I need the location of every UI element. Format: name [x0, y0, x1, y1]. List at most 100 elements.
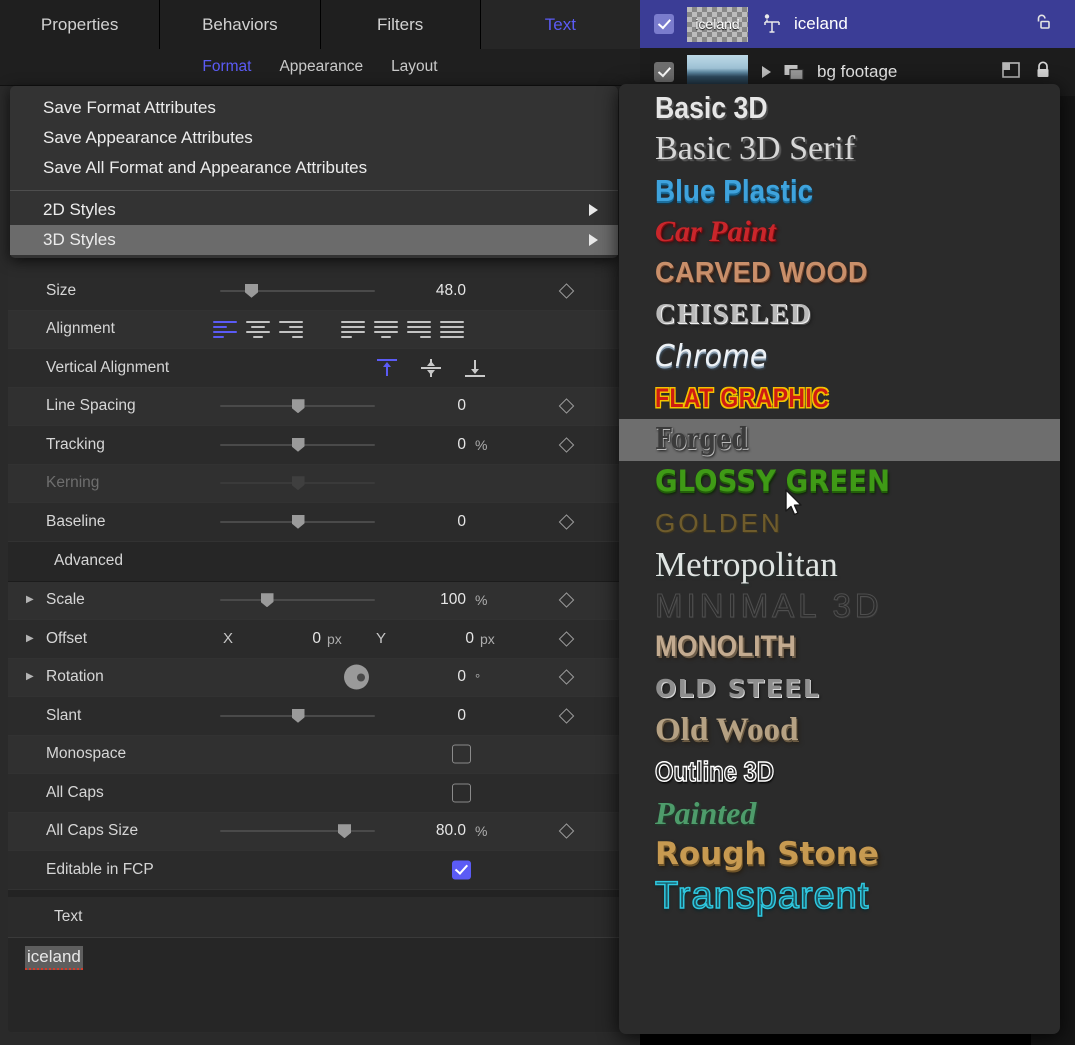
- param-row-baseline[interactable]: ▶ Baseline 0: [8, 503, 622, 542]
- style-item-basic-3d[interactable]: Basic 3D: [619, 87, 1060, 129]
- slant-slider[interactable]: [220, 709, 375, 723]
- subtab-layout[interactable]: Layout: [391, 58, 438, 76]
- all-caps-checkbox[interactable]: [452, 783, 471, 802]
- monospace-checkbox[interactable]: [452, 745, 471, 764]
- param-value[interactable]: 0: [406, 707, 466, 725]
- advanced-section-header[interactable]: Advanced: [8, 542, 622, 582]
- param-row-tracking[interactable]: ▶ Tracking 0 %: [8, 426, 622, 465]
- editable-in-fcp-checkbox[interactable]: [452, 860, 471, 879]
- style-item-chiseled[interactable]: CHISELED: [619, 295, 1060, 337]
- keyframe-diamond-icon[interactable]: [559, 823, 575, 839]
- style-item-old-steel[interactable]: OLD STEEL: [619, 668, 1060, 710]
- param-value[interactable]: 100: [396, 591, 466, 609]
- style-item-basic-3d-serif[interactable]: Basic 3D Serif: [619, 129, 1060, 171]
- param-row-rotation[interactable]: ▶ Rotation 0 °: [8, 659, 622, 698]
- valign-top-icon[interactable]: [376, 359, 398, 377]
- keyframe-diamond-icon[interactable]: [559, 514, 575, 530]
- param-row-monospace[interactable]: ▶ Monospace: [8, 736, 622, 775]
- slider-knob[interactable]: [338, 824, 351, 838]
- keyframe-diamond-icon[interactable]: [559, 669, 575, 685]
- param-value[interactable]: 0: [406, 436, 466, 454]
- subtab-appearance[interactable]: Appearance: [279, 58, 363, 76]
- baseline-slider[interactable]: [220, 515, 375, 529]
- line-spacing-slider[interactable]: [220, 399, 375, 413]
- style-item-painted[interactable]: Painted: [619, 793, 1060, 835]
- style-item-forged[interactable]: Forged: [619, 419, 1060, 461]
- unlocked-icon[interactable]: [1033, 12, 1053, 37]
- style-item-minimal-3d[interactable]: MINIMAL 3D: [619, 585, 1060, 627]
- keyframe-diamond-icon[interactable]: [559, 708, 575, 724]
- slider-knob[interactable]: [292, 515, 305, 529]
- style-item-transparent[interactable]: Transparent: [619, 876, 1060, 918]
- param-row-all-caps[interactable]: ▶ All Caps: [8, 774, 622, 813]
- tab-filters[interactable]: Filters: [321, 0, 481, 49]
- menu-item-3d-styles[interactable]: 3D Styles: [10, 225, 618, 255]
- style-item-rough-stone[interactable]: Rough Stone: [619, 834, 1060, 876]
- subtab-format[interactable]: Format: [202, 58, 251, 76]
- style-item-blue-plastic[interactable]: Blue Plastic: [619, 170, 1060, 212]
- param-row-slant[interactable]: ▶ Slant 0: [8, 697, 622, 736]
- justify-center-icon[interactable]: [374, 321, 398, 338]
- style-item-golden[interactable]: GOLDEN: [619, 502, 1060, 544]
- slider-knob[interactable]: [261, 593, 274, 607]
- param-row-vertical-alignment[interactable]: ▶ Vertical Alignment: [8, 349, 622, 388]
- param-row-size[interactable]: ▶ Size 48.0: [8, 272, 622, 311]
- param-value[interactable]: 48.0: [406, 282, 466, 300]
- style-item-monolith[interactable]: MONOLITH: [619, 627, 1060, 669]
- param-value[interactable]: 0: [406, 668, 466, 686]
- valign-middle-icon[interactable]: [420, 359, 442, 377]
- style-item-carved-wood[interactable]: CARVED WOOD: [619, 253, 1060, 295]
- param-value[interactable]: 0: [406, 397, 466, 415]
- keyframe-diamond-icon[interactable]: [559, 592, 575, 608]
- slider-knob[interactable]: [292, 709, 305, 723]
- param-row-scale[interactable]: ▶ Scale 100 %: [8, 582, 622, 621]
- keyframe-diamond-icon[interactable]: [559, 283, 575, 299]
- menu-item-save-all-format-and-appearance-attributes[interactable]: Save All Format and Appearance Attribute…: [10, 153, 618, 183]
- tab-behaviors[interactable]: Behaviors: [160, 0, 320, 49]
- disclosure-triangle-icon[interactable]: ▶: [26, 595, 46, 605]
- rotation-dial[interactable]: [344, 665, 369, 690]
- style-item-outline-3d[interactable]: Outline 3D: [619, 751, 1060, 793]
- keyframe-diamond-icon[interactable]: [559, 631, 575, 647]
- justify-right-icon[interactable]: [407, 321, 431, 338]
- tracking-slider[interactable]: [220, 438, 375, 452]
- align-left-icon[interactable]: [213, 321, 237, 338]
- param-value[interactable]: 0: [406, 513, 466, 531]
- slider-knob[interactable]: [292, 399, 305, 413]
- text-input-value[interactable]: iceland: [25, 946, 83, 970]
- param-value[interactable]: 80.0: [396, 822, 466, 840]
- locked-icon[interactable]: [1033, 60, 1053, 85]
- style-item-flat-graphic[interactable]: FLAT GRAPHIC: [619, 378, 1060, 420]
- param-row-editable-in-fcp[interactable]: ▶ Editable in FCP: [8, 851, 622, 890]
- rotation-dial-handle[interactable]: [357, 673, 365, 681]
- style-item-metropolitan[interactable]: Metropolitan: [619, 544, 1060, 586]
- menu-item-save-appearance-attributes[interactable]: Save Appearance Attributes: [10, 123, 618, 153]
- justify-left-icon[interactable]: [341, 321, 365, 338]
- tab-text[interactable]: Text: [481, 0, 640, 49]
- param-row-alignment[interactable]: ▶ Alignment: [8, 311, 622, 350]
- disclosure-triangle-icon[interactable]: [762, 66, 771, 78]
- slider-knob[interactable]: [245, 284, 258, 298]
- layer-enable-checkbox[interactable]: [654, 62, 674, 82]
- slider-knob[interactable]: [292, 438, 305, 452]
- size-slider[interactable]: [220, 284, 375, 298]
- layer-row-iceland[interactable]: iceland iceland: [638, 0, 1075, 48]
- style-item-car-paint[interactable]: Car Paint: [619, 212, 1060, 254]
- all-caps-size-slider[interactable]: [220, 824, 375, 838]
- layer-enable-checkbox[interactable]: [654, 14, 674, 34]
- style-item-chrome[interactable]: Chrome: [619, 336, 1060, 378]
- keyframe-diamond-icon[interactable]: [559, 437, 575, 453]
- scale-slider[interactable]: [220, 593, 375, 607]
- keyframe-diamond-icon[interactable]: [559, 398, 575, 414]
- text-input-field[interactable]: iceland: [8, 937, 622, 1032]
- offset-x-value[interactable]: 0: [253, 630, 321, 648]
- style-item-old-wood[interactable]: Old Wood: [619, 710, 1060, 752]
- align-center-icon[interactable]: [246, 321, 270, 338]
- disclosure-triangle-icon[interactable]: ▶: [26, 672, 46, 682]
- menu-item-2d-styles[interactable]: 2D Styles: [10, 195, 618, 225]
- mask-icon[interactable]: [1001, 60, 1021, 85]
- param-row-line-spacing[interactable]: ▶ Line Spacing 0: [8, 388, 622, 427]
- style-item-glossy-green[interactable]: GLOSSY GREEN: [619, 461, 1060, 503]
- justify-full-icon[interactable]: [440, 321, 464, 338]
- param-row-offset[interactable]: ▶ Offset X 0 px Y 0 px: [8, 620, 622, 659]
